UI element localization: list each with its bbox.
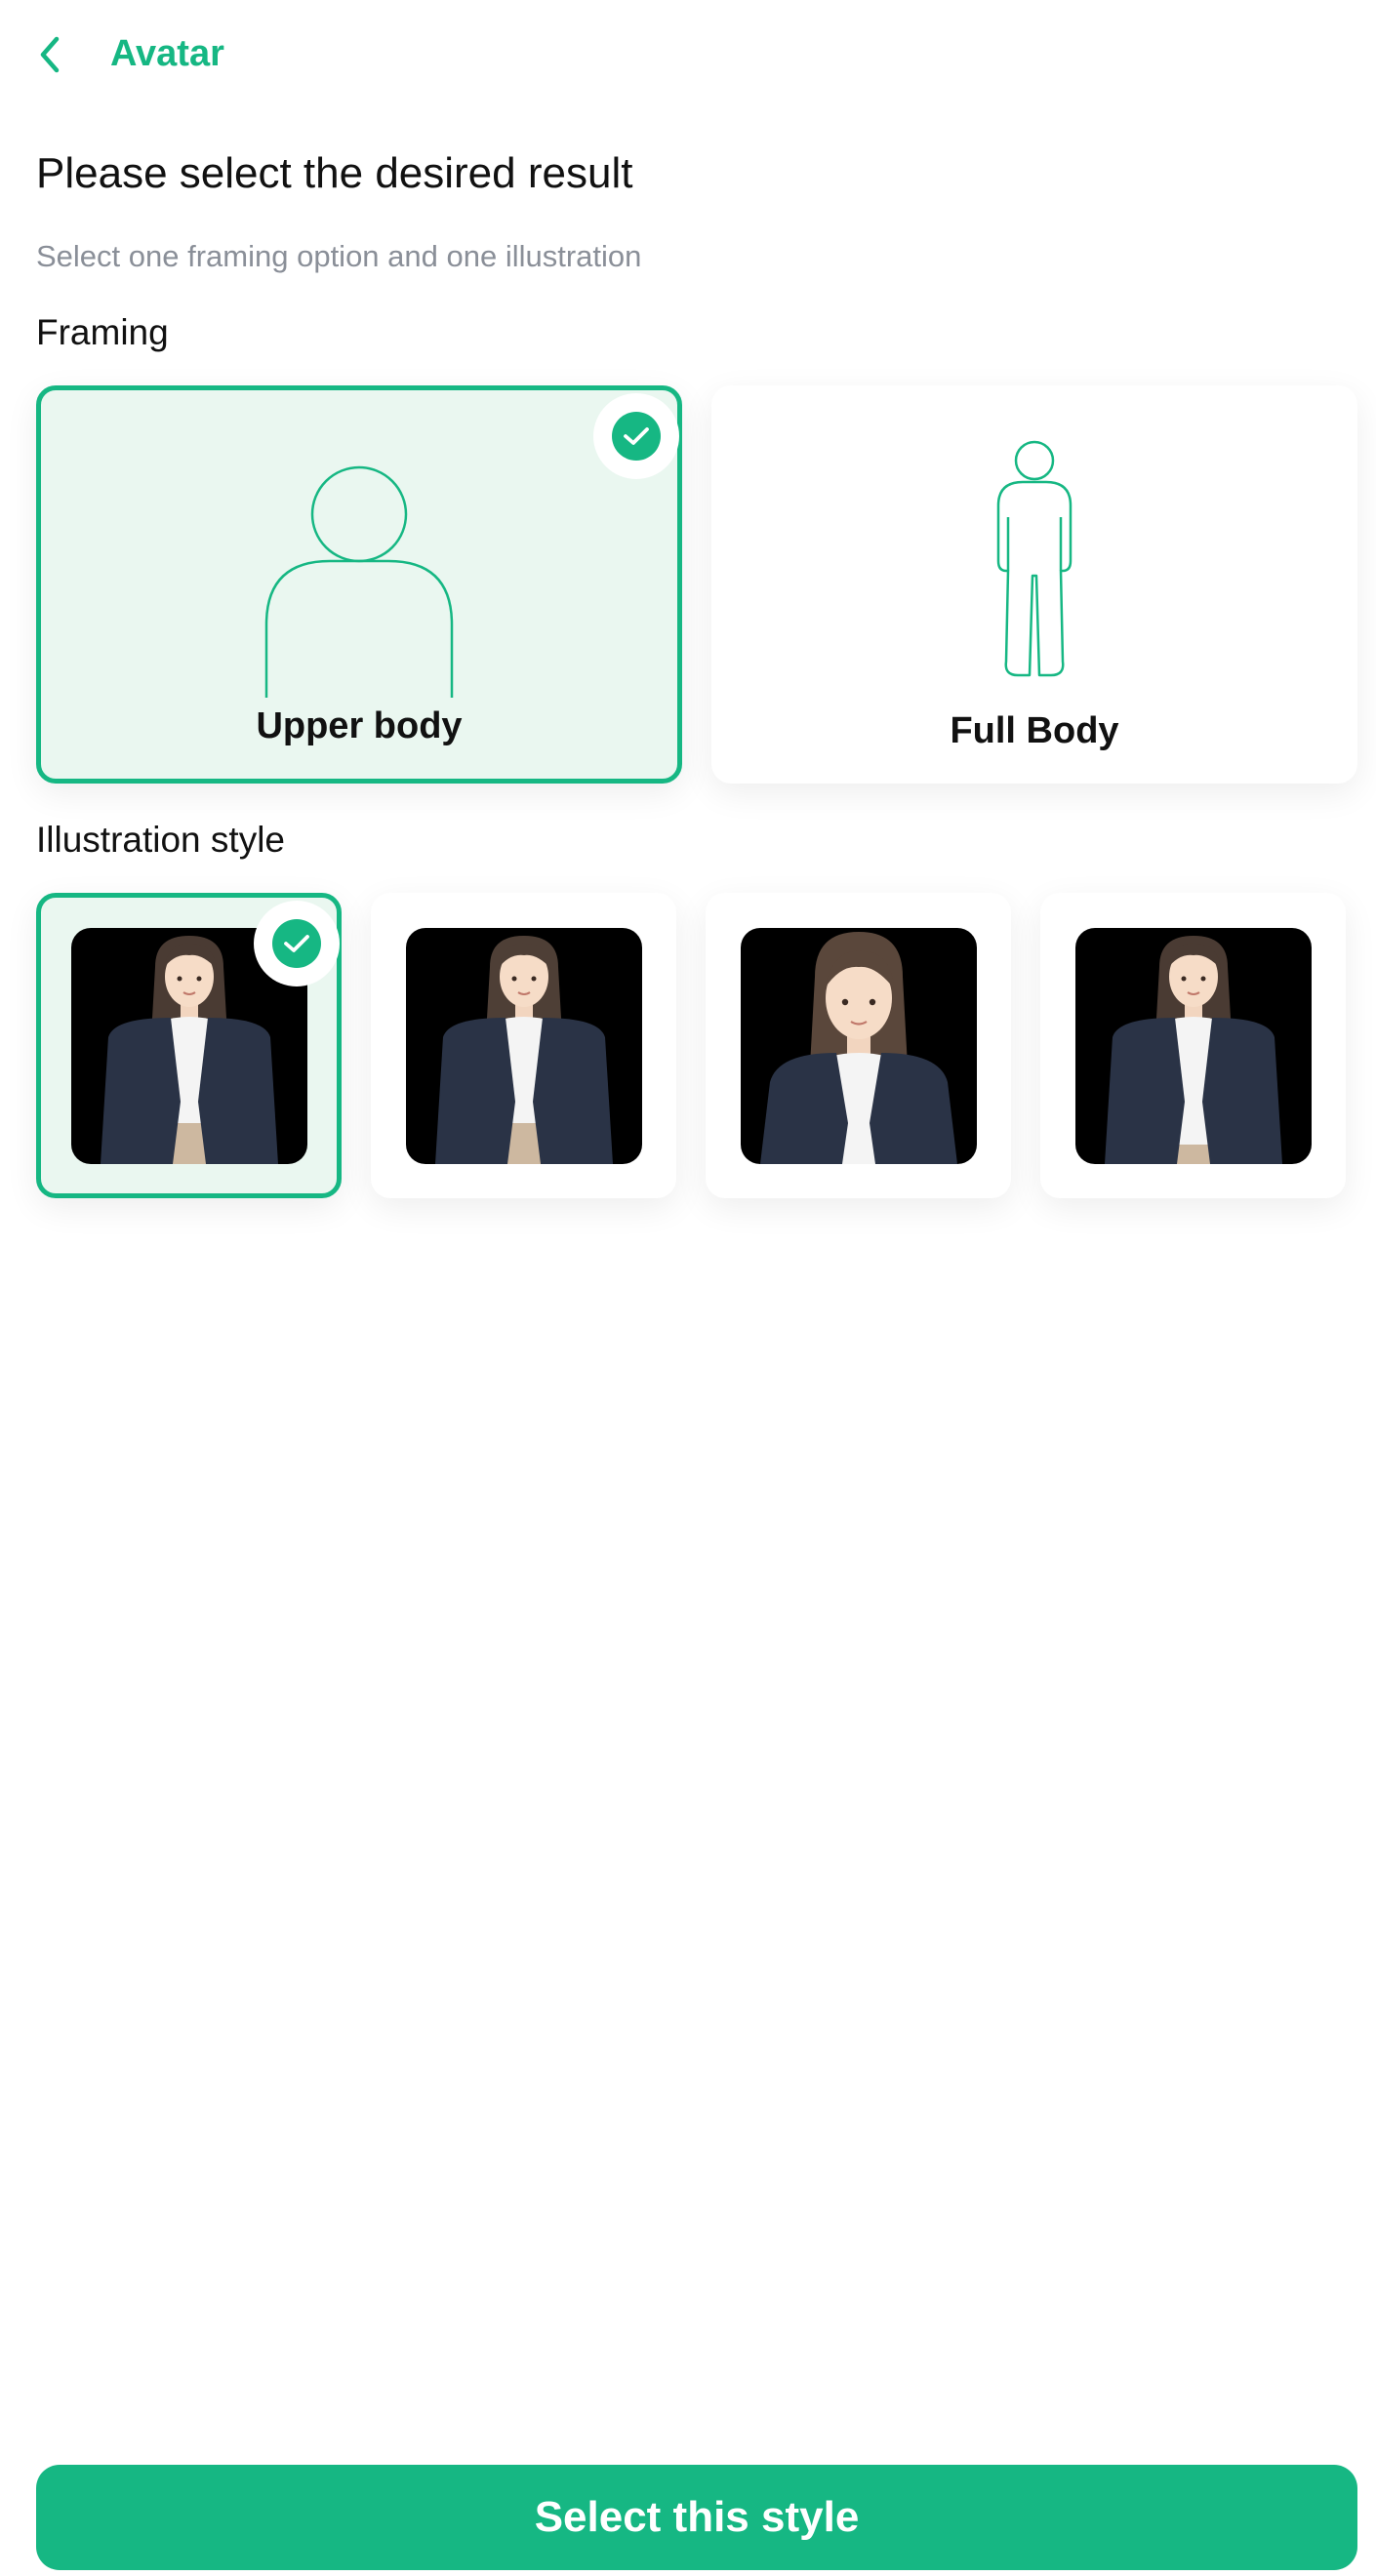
app-header: Avatar <box>0 0 1376 107</box>
illustration-option-3[interactable] <box>706 893 1011 1198</box>
check-icon <box>624 427 649 445</box>
framing-section-label: Framing <box>36 312 169 352</box>
framing-option-label: Full Body <box>950 710 1119 751</box>
avatar-illustration <box>1074 927 1312 1164</box>
chevron-left-icon <box>40 36 60 73</box>
illustration-option-1[interactable] <box>36 893 342 1198</box>
framing-option-upper-body[interactable]: Upper body <box>36 385 682 784</box>
check-icon <box>284 935 309 952</box>
select-style-button[interactable]: Select this style <box>36 2465 1357 2570</box>
avatar-illustration <box>740 927 977 1164</box>
back-button[interactable] <box>27 27 74 82</box>
upper-body-icon <box>264 465 454 698</box>
header-title: Avatar <box>110 33 224 74</box>
page-subtitle: Select one framing option and one illust… <box>36 239 642 273</box>
illustration-option-4[interactable] <box>1040 893 1346 1198</box>
framing-option-label: Upper body <box>256 705 463 746</box>
illustration-section-label: Illustration style <box>36 820 285 860</box>
selected-badge <box>593 393 679 479</box>
framing-option-full-body[interactable]: Full Body <box>711 385 1357 784</box>
avatar-illustration <box>405 927 642 1164</box>
full-body-icon <box>996 440 1072 677</box>
illustration-option-2[interactable] <box>371 893 676 1198</box>
selected-badge <box>254 901 340 986</box>
page-title: Please select the desired result <box>36 149 633 197</box>
